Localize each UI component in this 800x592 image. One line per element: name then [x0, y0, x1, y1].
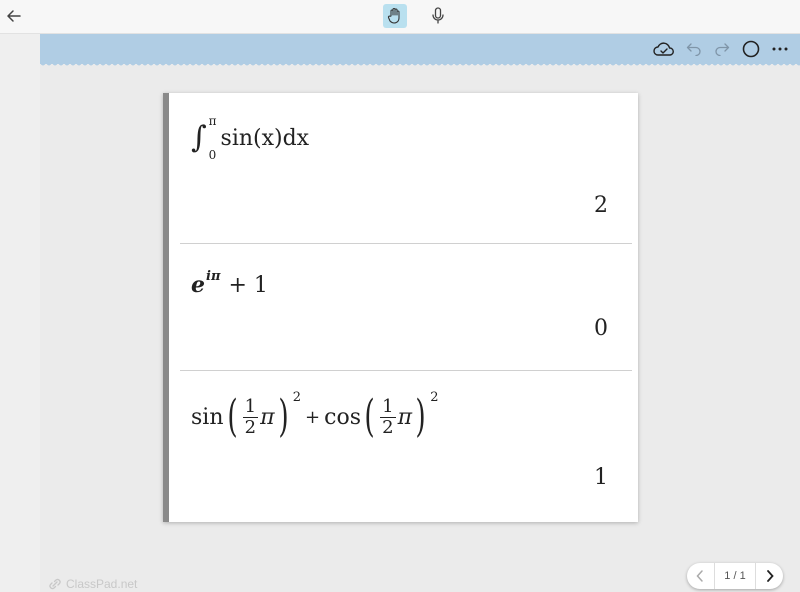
- chevron-right-icon: [767, 570, 774, 582]
- circle-icon: [742, 40, 760, 58]
- lower-limit: 0: [208, 148, 217, 162]
- right-paren: ): [415, 391, 426, 442]
- power: 2: [292, 389, 302, 405]
- hand-icon: [387, 7, 400, 24]
- notebook-toolbar: [40, 34, 800, 64]
- next-page-button[interactable]: [757, 563, 783, 589]
- redo-icon: [715, 43, 730, 56]
- undo-button[interactable]: [684, 39, 704, 59]
- right-paren: ): [278, 391, 289, 442]
- left-paren: (: [226, 391, 238, 442]
- result-value: 0: [594, 316, 608, 341]
- calc-cell-integral[interactable]: ∫ π 0 sin(x)dx 2: [169, 93, 638, 243]
- calc-cell-trig[interactable]: sin ( 1 2 π ) 2 + cos ( 1 2 π ) 2 1: [169, 371, 638, 522]
- watermark-text: ClassPad.net: [66, 577, 138, 591]
- result-value: 1: [594, 465, 608, 490]
- euler-base: e: [191, 272, 205, 298]
- left-paren: (: [364, 391, 375, 442]
- more-button[interactable]: [769, 39, 791, 59]
- calc-cell-euler[interactable]: e iπ + 1 0: [169, 244, 638, 370]
- more-horizontal-icon: [772, 47, 788, 51]
- sin-function: sin: [191, 404, 224, 430]
- numerator: 1: [242, 395, 259, 418]
- plus-one: + 1: [228, 272, 268, 298]
- page-navigator: 1 / 1: [687, 563, 783, 589]
- expression[interactable]: e iπ + 1: [191, 268, 268, 299]
- hand-tool-button[interactable]: [383, 4, 407, 28]
- numerator: 1: [380, 395, 396, 418]
- fraction: 1 2: [380, 395, 396, 438]
- fraction: 1 2: [242, 395, 259, 438]
- plus-sign: +: [305, 406, 321, 428]
- upper-limit: π: [208, 114, 217, 128]
- cloud-check-icon: [653, 42, 674, 56]
- page-count: 1 / 1: [714, 563, 756, 589]
- expression[interactable]: ∫ π 0 sin(x)dx: [191, 115, 309, 161]
- power: 2: [430, 389, 439, 405]
- exponent: iπ: [206, 268, 221, 284]
- cos-function: cos: [324, 404, 361, 430]
- shape-tool-button[interactable]: [740, 39, 762, 59]
- cloud-sync-button[interactable]: [652, 39, 676, 59]
- undo-icon: [686, 43, 701, 56]
- denominator: 2: [382, 416, 394, 438]
- pi-symbol: π: [397, 404, 413, 430]
- expression[interactable]: sin ( 1 2 π ) 2 + cos ( 1 2 π ) 2: [191, 390, 439, 442]
- classpad-watermark: ClassPad.net: [48, 577, 137, 591]
- back-button[interactable]: [5, 7, 23, 25]
- top-bar: [0, 0, 800, 34]
- chevron-left-icon: [696, 570, 703, 582]
- link-icon: [49, 578, 61, 590]
- arrow-left-icon: [7, 10, 21, 22]
- redo-button[interactable]: [712, 39, 732, 59]
- calculation-card: ∫ π 0 sin(x)dx 2 e iπ + 1 0 sin ( 1 2 π …: [163, 93, 638, 522]
- toolbar-edge: [40, 63, 800, 67]
- integral-sign: ∫ π 0: [191, 114, 217, 162]
- microphone-button[interactable]: [428, 5, 448, 27]
- result-value: 2: [594, 193, 608, 218]
- denominator: 2: [244, 416, 257, 438]
- pi-symbol: π: [260, 404, 275, 430]
- prev-page-button[interactable]: [687, 563, 713, 589]
- integrand: sin(x)dx: [220, 125, 310, 151]
- microphone-icon: [432, 7, 444, 24]
- left-margin: [0, 34, 40, 592]
